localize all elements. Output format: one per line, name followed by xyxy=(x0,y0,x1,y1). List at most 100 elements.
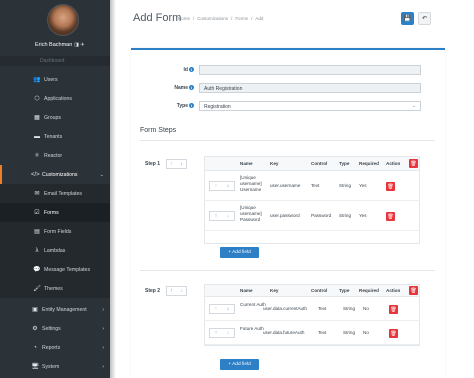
arrow-up-icon[interactable]: ↑ xyxy=(215,330,218,336)
step-2-order: ↑ ↓ xyxy=(166,286,187,296)
sidebar-item-applications[interactable]: ⬡ Applications xyxy=(0,89,110,108)
sidebar-item-users[interactable]: 👥 Users xyxy=(0,70,110,89)
chevron-right-icon: › xyxy=(102,306,104,313)
arrow-up-icon[interactable]: ↑ xyxy=(215,183,218,189)
field-key: user.username xyxy=(270,183,301,188)
arrow-up-icon[interactable]: ↑ xyxy=(215,213,218,219)
entity-icon: ▣ xyxy=(32,307,38,313)
field-type: String xyxy=(343,330,356,335)
sidebar-item-label: Email Templates xyxy=(44,190,82,197)
delete-step-button[interactable]: 🗑 xyxy=(409,286,418,295)
step-1-fields-table: Name Key Control Type Required Action 🗑 … xyxy=(204,156,420,244)
name-field[interactable]: Auth Registration xyxy=(199,83,421,93)
breadcrumb-home[interactable]: Home xyxy=(178,16,190,21)
sidebar-item-label: Users xyxy=(44,76,58,83)
sidebar-item-label: Lambdas xyxy=(44,247,66,254)
field-name: [Unique username] Username xyxy=(240,175,262,192)
arrow-up-icon[interactable]: ↑ xyxy=(170,161,173,167)
delete-step-button[interactable]: 🗑 xyxy=(409,159,418,168)
sidebar-item-settings[interactable]: ⚙ Settings › xyxy=(0,319,110,338)
sidebar-item-groups[interactable]: ▦ Groups xyxy=(0,108,110,127)
arrow-down-icon[interactable]: ↓ xyxy=(227,330,230,336)
code-icon: </> xyxy=(31,171,40,178)
sidebar: Erich Bachman ◨ ✈ Dashboard 👥 Users ⬡ Appli… xyxy=(0,0,110,378)
field-required: Yes xyxy=(359,213,367,218)
sidebar-item-label: Themes xyxy=(44,285,63,292)
sidebar-item-label: System xyxy=(42,363,60,370)
sidebar-subitem-email-templates[interactable]: ✉ Email Templates xyxy=(0,184,110,203)
chevron-right-icon: › xyxy=(102,325,104,332)
system-icon: 🖥 xyxy=(31,364,39,370)
breadcrumb: Home / Customizations / Forms / Add xyxy=(178,16,263,21)
sidebar-subitem-forms[interactable]: ☑ Forms xyxy=(0,203,110,222)
id-field[interactable] xyxy=(199,65,421,75)
sidebar-item-label: Form Fields xyxy=(44,228,72,235)
delete-field-button[interactable]: 🗑 xyxy=(389,329,398,338)
column-required: Required xyxy=(359,288,379,293)
arrow-down-icon[interactable]: ↓ xyxy=(227,213,230,219)
sidebar-subitem-themes[interactable]: 🖌 Themes xyxy=(0,279,110,298)
sidebar-item-system[interactable]: 🖥 System › xyxy=(0,357,110,376)
sidebar-subitem-message-templates[interactable]: 💬 Message Templates xyxy=(0,260,110,279)
avatar[interactable] xyxy=(47,4,79,36)
chevron-right-icon: › xyxy=(102,344,104,351)
arrow-up-icon[interactable]: ↑ xyxy=(215,306,218,312)
breadcrumb-customizations[interactable]: Customizations xyxy=(197,16,228,21)
sidebar-item-reports[interactable]: ◔ Reports › xyxy=(0,338,110,357)
breadcrumb-add: Add xyxy=(255,16,264,21)
delete-field-button[interactable]: 🗑 xyxy=(389,305,398,314)
chevron-right-icon: › xyxy=(102,363,104,370)
field-required: No xyxy=(363,306,369,311)
step-2-label: Step 2 xyxy=(145,288,161,294)
column-required: Required xyxy=(359,161,379,166)
field-control: Text xyxy=(318,330,327,335)
cube-icon: ⬡ xyxy=(34,96,40,102)
sidebar-item-entity-management[interactable]: ▣ Entity Management › xyxy=(0,300,110,319)
type-select[interactable]: Registration ⌄ xyxy=(199,101,421,111)
column-name: Name xyxy=(240,288,253,293)
delete-field-button[interactable]: 🗑 xyxy=(386,212,395,221)
back-icon: ↶ xyxy=(421,16,428,22)
breadcrumb-forms[interactable]: Forms xyxy=(235,16,248,21)
info-icon[interactable]: i xyxy=(189,67,194,73)
user-actions-icon[interactable]: ◨ ✈ xyxy=(74,42,84,48)
name-label: Name i xyxy=(164,85,194,91)
sidebar-subitem-lambdas[interactable]: λ Lambdas xyxy=(0,241,110,260)
arrow-down-icon[interactable]: ↓ xyxy=(181,288,184,294)
sidebar-item-customizations[interactable]: </> Customizations ⌄ xyxy=(0,165,110,184)
breadcrumb-separator: / xyxy=(231,16,233,21)
arrow-down-icon[interactable]: ↓ xyxy=(227,183,230,189)
column-control: Control xyxy=(311,288,328,293)
row-order: ↑ ↓ xyxy=(209,328,235,338)
info-icon[interactable]: i xyxy=(189,103,194,109)
delete-field-button[interactable]: 🗑 xyxy=(386,182,395,191)
chevron-down-icon: ⌄ xyxy=(99,171,104,178)
field-type: String xyxy=(343,306,356,311)
sidebar-item-reactor[interactable]: ⚛ Reactor xyxy=(0,146,110,165)
sidebar-item-tenants[interactable]: ▬ Tenants xyxy=(0,127,110,146)
column-key: Key xyxy=(270,288,279,293)
checkbox-icon: ☑ xyxy=(34,210,40,216)
sidebar-item-label: Entity Management xyxy=(42,306,87,313)
divider xyxy=(140,270,435,271)
column-control: Control xyxy=(311,161,328,166)
sidebar-item-dashboard[interactable]: Dashboard xyxy=(40,58,64,64)
back-button[interactable]: ↶ xyxy=(418,12,431,25)
add-field-button[interactable]: + Add field xyxy=(220,247,259,258)
row-order: ↑ ↓ xyxy=(209,304,235,314)
sidebar-item-label: Message Templates xyxy=(44,266,91,273)
sidebar-subitem-form-fields[interactable]: ▤ Form Fields xyxy=(0,222,110,241)
arrow-up-icon[interactable]: ↑ xyxy=(170,288,173,294)
column-type: Type xyxy=(339,161,350,166)
column-action: Action xyxy=(386,161,401,166)
trash-icon: 🗑 xyxy=(410,160,417,167)
trash-icon: 🗑 xyxy=(390,306,397,313)
field-type: String xyxy=(339,213,352,218)
field-control: Text xyxy=(311,183,320,188)
info-icon[interactable]: i xyxy=(189,85,194,91)
save-button[interactable]: 💾 xyxy=(401,12,414,25)
arrow-down-icon[interactable]: ↓ xyxy=(181,161,184,167)
sidebar-item-label: Forms xyxy=(44,209,59,216)
arrow-down-icon[interactable]: ↓ xyxy=(227,306,230,312)
add-field-button[interactable]: + Add field xyxy=(220,359,259,370)
